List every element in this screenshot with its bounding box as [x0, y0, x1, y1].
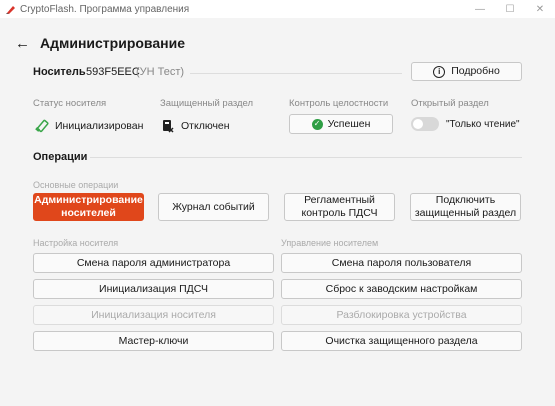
init-rng-button[interactable]: Инициализация ПДСЧ — [33, 279, 274, 299]
open-section-value: "Только чтение" — [446, 119, 520, 130]
integrity-value: Успешен — [327, 117, 371, 130]
minimize-icon[interactable]: — — [465, 0, 495, 18]
clear-protected-section-button[interactable]: Очистка защищенного раздела — [281, 331, 522, 351]
protected-section-value: Отключен — [181, 120, 230, 132]
protected-section-label: Защищенный раздел — [160, 98, 254, 109]
carrier-type: (УН Тест) — [136, 66, 185, 78]
check-icon: ✓ — [311, 118, 323, 130]
operations-title: Операции — [33, 151, 88, 163]
administration-button[interactable]: Администрирование носителей — [33, 193, 144, 221]
disk-off-icon — [162, 119, 174, 133]
info-icon: i — [433, 65, 446, 78]
main-panel: ← Администрирование Носитель 593F5EEC (У… — [0, 18, 555, 406]
usb-key-icon — [35, 119, 49, 133]
details-button[interactable]: i Подробно — [411, 62, 522, 81]
maximize-icon[interactable]: ☐ — [495, 0, 525, 18]
change-user-password-button[interactable]: Смена пароля пользователя — [281, 253, 522, 273]
carrier-status: Инициализирован — [35, 119, 143, 133]
basic-operations-label: Основные операции — [33, 180, 119, 190]
carrier-id: 593F5EEC — [86, 66, 140, 78]
carrier-setup-label: Настройка носителя — [33, 238, 119, 248]
integrity-check-button[interactable]: ✓ Успешен — [289, 114, 393, 134]
app-logo-icon — [4, 3, 16, 15]
unlock-device-button[interactable]: Разблокировка устройства — [281, 305, 522, 325]
read-only-toggle[interactable] — [411, 117, 439, 131]
mount-protected-section-button[interactable]: Подключить защищенный раздел — [410, 193, 521, 221]
change-admin-password-button[interactable]: Смена пароля администратора — [33, 253, 274, 273]
init-carrier-button[interactable]: Инициализация носителя — [33, 305, 274, 325]
close-icon[interactable]: ✕ — [525, 0, 555, 18]
protected-section-status: Отключен — [162, 119, 230, 133]
divider — [90, 157, 522, 158]
factory-reset-button[interactable]: Сброс к заводским настройкам — [281, 279, 522, 299]
open-section-label: Открытый раздел — [411, 98, 489, 109]
details-button-label: Подробно — [451, 65, 500, 78]
master-keys-button[interactable]: Мастер-ключи — [33, 331, 274, 351]
integrity-label: Контроль целостности — [289, 98, 389, 109]
divider — [190, 73, 402, 74]
window-title: CryptoFlash. Программа управления — [20, 3, 190, 15]
title-bar: CryptoFlash. Программа управления — ☐ ✕ — [0, 0, 555, 18]
carrier-management-label: Управление носителем — [281, 238, 379, 248]
page-title: Администрирование — [40, 35, 185, 51]
window-controls: — ☐ ✕ — [465, 0, 555, 18]
carrier-label: Носитель — [33, 66, 86, 78]
event-log-button[interactable]: Журнал событий — [158, 193, 269, 221]
rng-control-button[interactable]: Регламентный контроль ПДСЧ — [284, 193, 395, 221]
back-arrow-icon[interactable]: ← — [15, 35, 30, 52]
carrier-status-label: Статус носителя — [33, 98, 107, 109]
carrier-status-value: Инициализирован — [55, 120, 144, 132]
